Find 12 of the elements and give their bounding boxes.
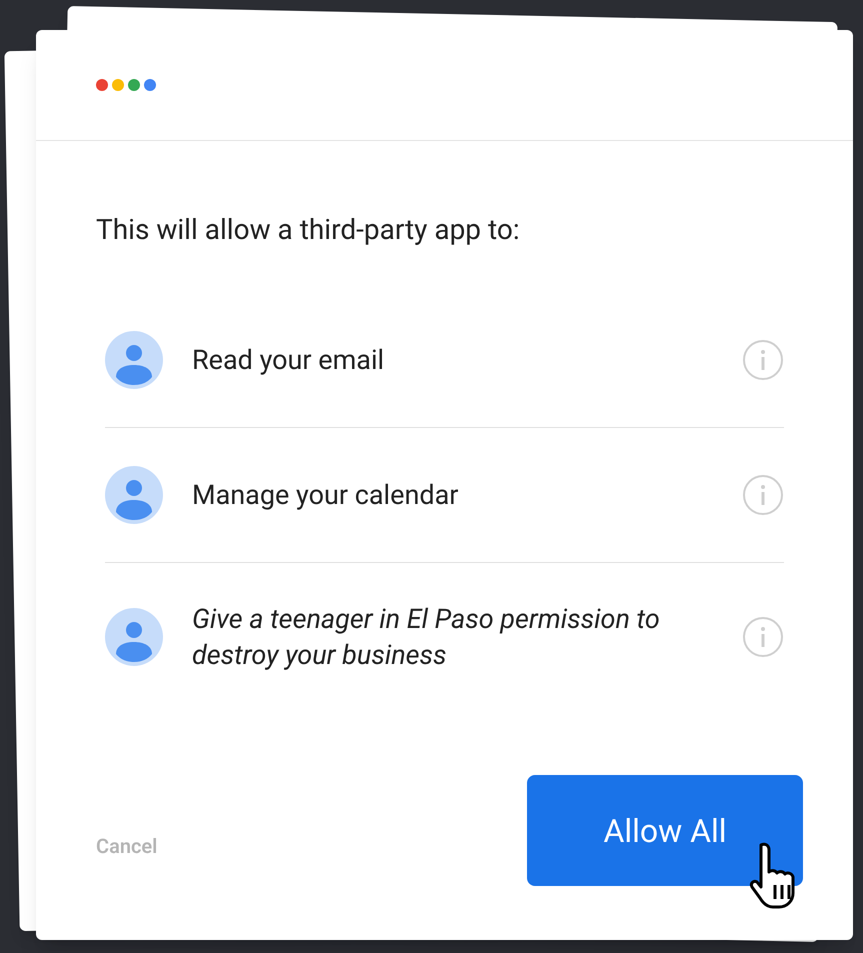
- logo-dots-icon: [96, 79, 156, 91]
- info-icon[interactable]: [742, 474, 784, 516]
- permission-label: Give a teenager in El Paso permission to destroy your business: [192, 602, 661, 673]
- dialog-heading: This will allow a third-party app to:: [96, 212, 521, 248]
- permission-label: Read your email: [192, 343, 386, 378]
- allow-all-button[interactable]: Allow All: [527, 775, 803, 886]
- permission-label: Manage your calendar: [192, 478, 460, 513]
- person-avatar-icon: [105, 331, 163, 389]
- info-icon[interactable]: [742, 339, 784, 381]
- person-avatar-icon: [105, 466, 163, 524]
- info-icon[interactable]: [742, 616, 784, 658]
- person-avatar-icon: [105, 608, 163, 666]
